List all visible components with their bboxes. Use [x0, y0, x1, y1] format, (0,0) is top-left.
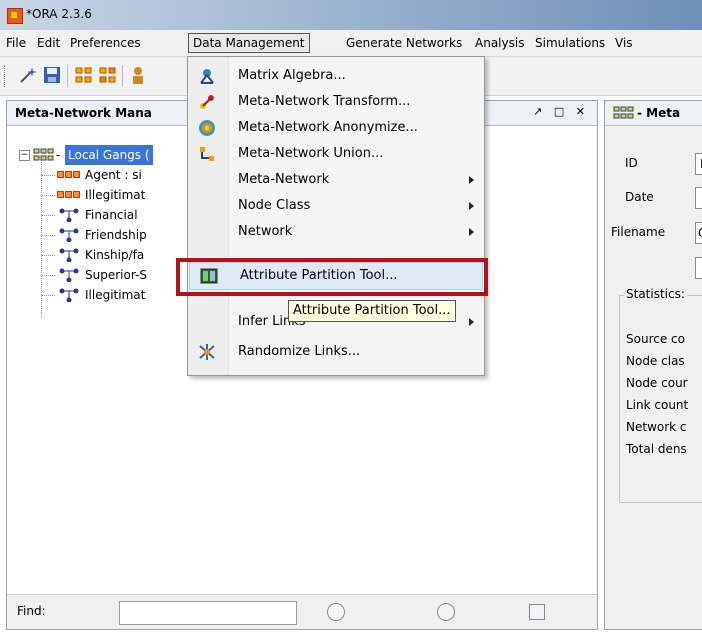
- toolbar-separator: [122, 65, 123, 87]
- tree-node-label[interactable]: Illegitimat: [85, 285, 145, 305]
- browse-button[interactable]: [695, 257, 702, 279]
- network-icon: [59, 248, 79, 262]
- rpanel-title: - Meta: [637, 106, 681, 120]
- menu-item-label: Meta-Network Transform...: [238, 94, 411, 109]
- agent-nodeset-icon: [57, 171, 81, 179]
- toolbar-grip[interactable]: [4, 65, 8, 87]
- find-bar: Find:: [7, 594, 597, 629]
- submenu-arrow-icon: [469, 202, 474, 210]
- network-icon: [59, 228, 79, 242]
- menu-visualizations[interactable]: Vis: [611, 34, 637, 52]
- toolbar-separator: [67, 65, 68, 87]
- tree-node-label[interactable]: Kinship/fa: [85, 245, 144, 265]
- meta-network-editor-panel: - Meta ID L Date Filename C Statistics: …: [604, 100, 702, 630]
- data-management-menu: Matrix Algebra... Meta-Network Transform…: [187, 56, 485, 376]
- menu-item-randomize-links[interactable]: Randomize Links...: [188, 339, 484, 365]
- find-options-icon[interactable]: [529, 604, 545, 620]
- save-icon[interactable]: [42, 65, 62, 85]
- menu-generate-networks[interactable]: Generate Networks: [342, 34, 466, 52]
- menu-item-label: Meta-Network Anonymize...: [238, 120, 418, 135]
- title-bar: *ORA 2.3.6: [0, 0, 702, 30]
- stat-node-count: Node cour: [626, 376, 688, 390]
- tree-root-label[interactable]: Local Gangs (: [65, 145, 153, 165]
- submenu-arrow-icon: [469, 228, 474, 236]
- stat-source: Source co: [626, 332, 685, 346]
- submenu-arrow-icon: [469, 318, 474, 326]
- meta-network-alt-icon[interactable]: [98, 65, 118, 85]
- menu-item-meta-network-submenu[interactable]: Meta-Network: [188, 167, 484, 193]
- filename-field[interactable]: C: [695, 222, 702, 244]
- network-icon: [59, 208, 79, 222]
- panel-title: Meta-Network Mana: [15, 106, 152, 120]
- menu-analysis[interactable]: Analysis: [471, 34, 528, 52]
- id-field[interactable]: L: [695, 153, 702, 175]
- tree-node-label[interactable]: Financial: [85, 205, 138, 225]
- menu-item-label: Meta-Network Union...: [238, 146, 384, 161]
- ora-app-icon: [7, 8, 23, 24]
- menu-item-label: Node Class: [238, 198, 311, 213]
- menu-simulations[interactable]: Simulations: [531, 34, 609, 52]
- network-icon: [59, 268, 79, 282]
- menu-item-meta-network-union[interactable]: Meta-Network Union...: [188, 141, 484, 167]
- find-next-down-icon[interactable]: [327, 603, 345, 621]
- menu-data-management[interactable]: Data Management: [188, 33, 310, 53]
- filename-label: Filename: [611, 225, 666, 239]
- matrix-algebra-icon: [200, 69, 214, 84]
- stat-link-count: Link count: [626, 398, 689, 412]
- meta-network-icon[interactable]: [74, 65, 94, 85]
- collapse-icon[interactable]: −: [19, 150, 30, 161]
- tooltip: Attribute Partition Tool...: [288, 300, 456, 322]
- highlight-annotation-box: [176, 258, 488, 296]
- tree-node-label[interactable]: Illegitimat: [85, 185, 145, 205]
- tree-node-label[interactable]: Agent : si: [85, 165, 142, 185]
- meta-network-icon: [33, 148, 55, 168]
- panel-window-controls[interactable]: ↗ □ ✕: [533, 105, 589, 118]
- date-field[interactable]: [695, 187, 702, 209]
- tree-root-dash: -: [56, 148, 61, 162]
- agent-nodeset-icon: [57, 191, 81, 199]
- network-icon: [59, 288, 79, 302]
- menu-item-label: Matrix Algebra...: [238, 68, 346, 83]
- stat-node-classes: Node clas: [626, 354, 685, 368]
- date-label: Date: [625, 190, 654, 204]
- person-icon[interactable]: [128, 65, 148, 85]
- menu-item-meta-network-anonymize[interactable]: Meta-Network Anonymize...: [188, 115, 484, 141]
- menu-item-label: Network: [238, 224, 293, 239]
- menu-item-matrix-algebra[interactable]: Matrix Algebra...: [188, 63, 484, 89]
- stat-total-density: Total dens: [626, 442, 687, 456]
- find-previous-up-icon[interactable]: [437, 603, 455, 621]
- meta-network-icon: [613, 106, 634, 119]
- union-icon: [200, 147, 214, 161]
- anonymize-icon: [199, 120, 215, 136]
- menu-edit[interactable]: Edit: [33, 34, 64, 52]
- menu-item-label: Randomize Links...: [238, 344, 361, 359]
- transform-icon: [200, 95, 214, 109]
- menu-item-network-submenu[interactable]: Network: [188, 219, 484, 245]
- menu-file[interactable]: File: [2, 34, 30, 52]
- tree-guide-line: [41, 157, 42, 317]
- tree-node-label[interactable]: Friendship: [85, 225, 147, 245]
- randomize-links-icon: [199, 344, 215, 360]
- menu-item-label: Meta-Network: [238, 172, 330, 187]
- id-label: ID: [625, 156, 638, 170]
- statistics-group: Statistics: Source co Node clas Node cou…: [619, 287, 702, 503]
- find-label: Find:: [17, 604, 46, 618]
- menu-item-meta-network-transform[interactable]: Meta-Network Transform...: [188, 89, 484, 115]
- window-title: *ORA 2.3.6: [26, 7, 92, 21]
- find-input[interactable]: [119, 601, 297, 625]
- menu-preferences[interactable]: Preferences: [66, 34, 145, 52]
- menu-bar: File Edit Preferences Data Management Ge…: [0, 30, 702, 57]
- statistics-label: Statistics:: [624, 287, 687, 301]
- wand-icon[interactable]: [18, 65, 38, 85]
- tree-node-label[interactable]: Superior-S: [85, 265, 147, 285]
- menu-item-node-class-submenu[interactable]: Node Class: [188, 193, 484, 219]
- rpanel-header: - Meta: [605, 101, 702, 126]
- stat-network-count: Network c: [626, 420, 687, 434]
- submenu-arrow-icon: [469, 176, 474, 184]
